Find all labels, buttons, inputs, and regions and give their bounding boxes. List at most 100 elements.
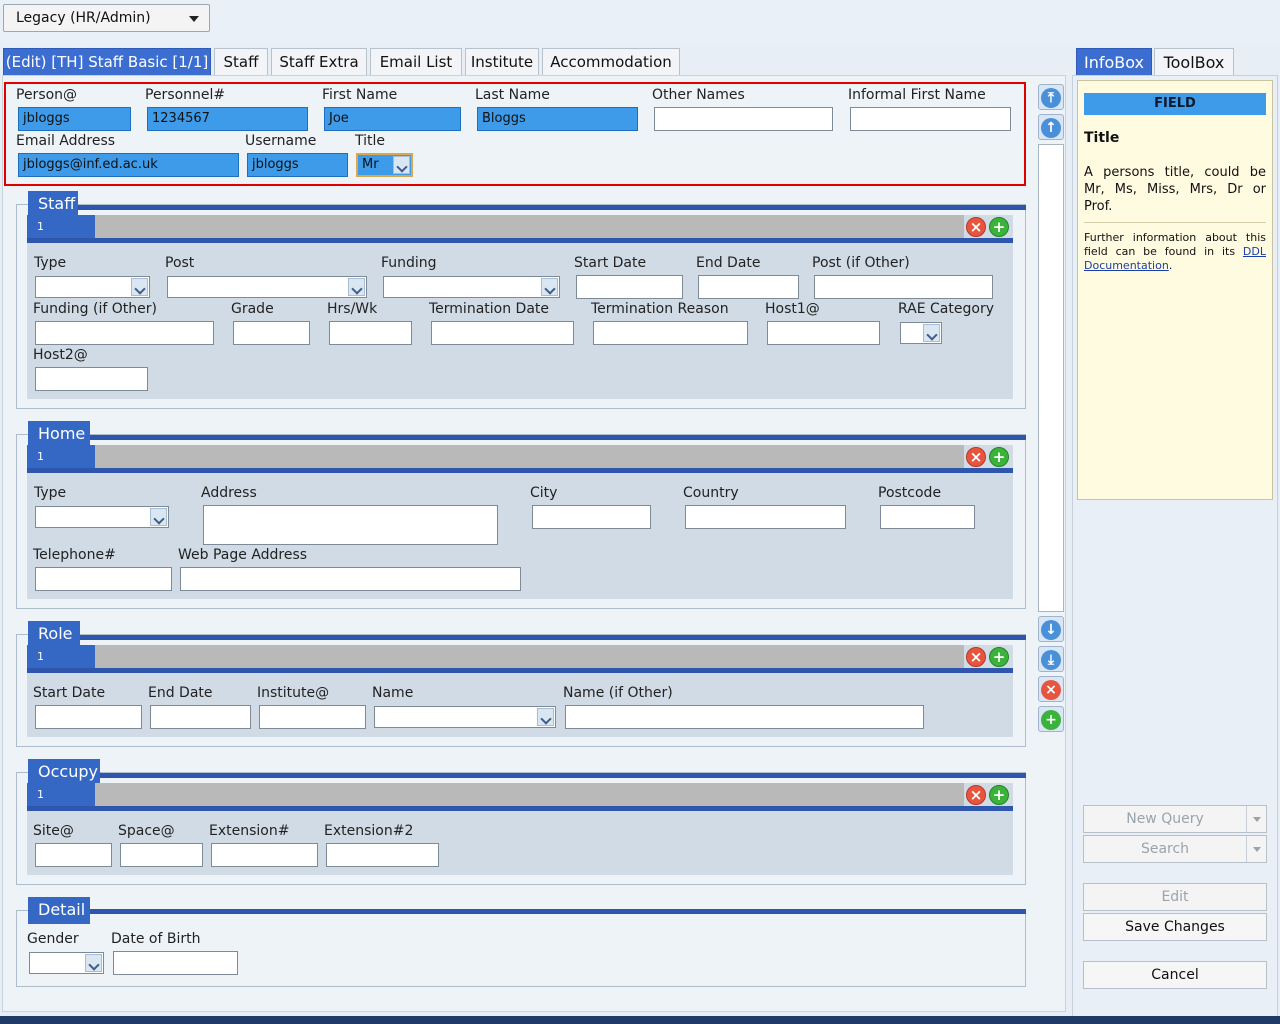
chevron-down-icon[interactable] bbox=[541, 278, 558, 296]
role-name-select[interactable] bbox=[374, 706, 556, 728]
chevron-down-icon[interactable] bbox=[537, 708, 554, 726]
new-query-button[interactable]: New Query bbox=[1083, 805, 1267, 833]
role-name-other-input[interactable] bbox=[565, 705, 924, 729]
staff-end-date-input[interactable] bbox=[698, 275, 799, 299]
first-name-input[interactable]: Joe bbox=[324, 107, 461, 131]
informal-first-name-input[interactable] bbox=[850, 107, 1011, 131]
chevron-down-icon[interactable] bbox=[131, 278, 148, 296]
role-row-line bbox=[27, 668, 1013, 673]
chevron-down-icon[interactable] bbox=[189, 16, 199, 22]
add-row-icon[interactable]: + bbox=[989, 647, 1009, 667]
home-web-input[interactable] bbox=[180, 567, 521, 591]
home-type-label: Type bbox=[34, 485, 67, 501]
last-name-input[interactable]: Bloggs bbox=[477, 107, 638, 131]
staff-grade-input[interactable] bbox=[233, 321, 310, 345]
detail-dob-input[interactable] bbox=[113, 951, 238, 975]
last-record-button[interactable]: ⤓ bbox=[1038, 646, 1064, 672]
add-record-button[interactable]: + bbox=[1038, 706, 1064, 732]
staff-post-other-input[interactable] bbox=[814, 275, 993, 299]
staff-post-select[interactable] bbox=[167, 276, 367, 298]
scroll-track[interactable] bbox=[1038, 144, 1064, 612]
delete-row-icon[interactable]: × bbox=[966, 217, 986, 237]
tab-email-list[interactable]: Email List bbox=[370, 48, 462, 76]
staff-host2-input[interactable] bbox=[35, 367, 148, 391]
tab-toolbox[interactable]: ToolBox bbox=[1154, 48, 1234, 76]
delete-record-button[interactable]: × bbox=[1038, 676, 1064, 702]
delete-row-icon[interactable]: × bbox=[966, 447, 986, 467]
occupy-extension2-input[interactable] bbox=[326, 843, 439, 867]
detail-dob-label: Date of Birth bbox=[111, 931, 201, 947]
detail-gender-select[interactable] bbox=[29, 952, 104, 974]
chevron-down-icon[interactable] bbox=[85, 954, 102, 972]
role-institute-input[interactable] bbox=[259, 705, 366, 729]
staff-termination-date-input[interactable] bbox=[431, 321, 574, 345]
occupy-row-number[interactable]: 1 bbox=[27, 783, 95, 806]
home-row-line bbox=[27, 468, 1013, 473]
home-city-input[interactable] bbox=[532, 505, 651, 529]
staff-hrs-input[interactable] bbox=[329, 321, 412, 345]
username-input[interactable]: jbloggs bbox=[247, 153, 348, 177]
staff-row-bar[interactable]: 1 bbox=[27, 215, 964, 238]
person-input[interactable]: jbloggs bbox=[18, 107, 131, 131]
staff-type-select[interactable] bbox=[35, 276, 150, 298]
occupy-site-input[interactable] bbox=[35, 843, 112, 867]
add-row-icon[interactable]: + bbox=[989, 217, 1009, 237]
staff-funding-select[interactable] bbox=[383, 276, 560, 298]
detail-section-title: Detail bbox=[28, 897, 90, 924]
add-row-icon[interactable]: + bbox=[989, 447, 1009, 467]
chevron-down-icon[interactable] bbox=[393, 156, 410, 174]
staff-termination-reason-input[interactable] bbox=[593, 321, 748, 345]
staff-section-line bbox=[78, 205, 1026, 210]
home-type-select[interactable] bbox=[35, 506, 169, 528]
occupy-section-title: Occupy bbox=[28, 759, 100, 786]
chevron-down-icon[interactable] bbox=[1246, 806, 1266, 832]
new-query-label: New Query bbox=[1126, 811, 1204, 827]
first-record-button[interactable]: ⤒ bbox=[1038, 84, 1064, 110]
staff-row-number[interactable]: 1 bbox=[27, 215, 95, 238]
search-button[interactable]: Search bbox=[1083, 835, 1267, 863]
tab-staff-extra[interactable]: Staff Extra bbox=[271, 48, 367, 76]
tab-staff-basic[interactable]: (Edit) [TH] Staff Basic [1/1] bbox=[3, 48, 211, 76]
staff-start-date-input[interactable] bbox=[576, 275, 683, 299]
staff-host1-input[interactable] bbox=[767, 321, 880, 345]
chevron-down-icon[interactable] bbox=[923, 324, 940, 342]
occupy-space-input[interactable] bbox=[120, 843, 203, 867]
chevron-down-icon[interactable] bbox=[1246, 836, 1266, 862]
email-input[interactable]: jbloggs@inf.ed.ac.uk bbox=[18, 153, 239, 177]
tab-accommodation[interactable]: Accommodation bbox=[542, 48, 680, 76]
home-row-bar[interactable]: 1 bbox=[27, 445, 964, 468]
other-names-input[interactable] bbox=[654, 107, 833, 131]
staff-funding-other-input[interactable] bbox=[35, 321, 214, 345]
staff-rae-select[interactable] bbox=[900, 322, 942, 344]
home-address-textarea[interactable] bbox=[203, 505, 498, 545]
add-row-icon[interactable]: + bbox=[989, 785, 1009, 805]
personnel-input[interactable]: 1234567 bbox=[147, 107, 308, 131]
role-start-date-input[interactable] bbox=[35, 705, 142, 729]
home-telephone-input[interactable] bbox=[35, 567, 172, 591]
occupy-row-bar[interactable]: 1 bbox=[27, 783, 964, 806]
staff-host1-label: Host1@ bbox=[765, 301, 820, 317]
tab-staff[interactable]: Staff bbox=[214, 48, 268, 76]
chevron-down-icon[interactable] bbox=[150, 508, 167, 526]
occupy-extension-input[interactable] bbox=[211, 843, 318, 867]
home-row-number[interactable]: 1 bbox=[27, 445, 95, 468]
view-selector-dropdown[interactable]: Legacy (HR/Admin) bbox=[3, 4, 210, 32]
tab-infobox[interactable]: InfoBox bbox=[1076, 48, 1152, 76]
role-row-bar[interactable]: 1 bbox=[27, 645, 964, 668]
previous-record-button[interactable]: ↑ bbox=[1038, 114, 1064, 140]
edit-button[interactable]: Edit bbox=[1083, 883, 1267, 911]
save-changes-button[interactable]: Save Changes bbox=[1083, 913, 1267, 941]
role-row-number[interactable]: 1 bbox=[27, 645, 95, 668]
chevron-down-icon[interactable] bbox=[348, 278, 365, 296]
home-country-input[interactable] bbox=[685, 505, 846, 529]
title-select[interactable]: Mr bbox=[356, 153, 413, 177]
other-names-label: Other Names bbox=[652, 87, 745, 103]
next-record-button[interactable]: ↓ bbox=[1038, 616, 1064, 642]
staff-funding-other-label: Funding (if Other) bbox=[33, 301, 157, 317]
home-postcode-input[interactable] bbox=[880, 505, 975, 529]
tab-institute[interactable]: Institute bbox=[465, 48, 539, 76]
role-end-date-input[interactable] bbox=[150, 705, 251, 729]
delete-row-icon[interactable]: × bbox=[966, 785, 986, 805]
cancel-button[interactable]: Cancel bbox=[1083, 961, 1267, 989]
delete-row-icon[interactable]: × bbox=[966, 647, 986, 667]
